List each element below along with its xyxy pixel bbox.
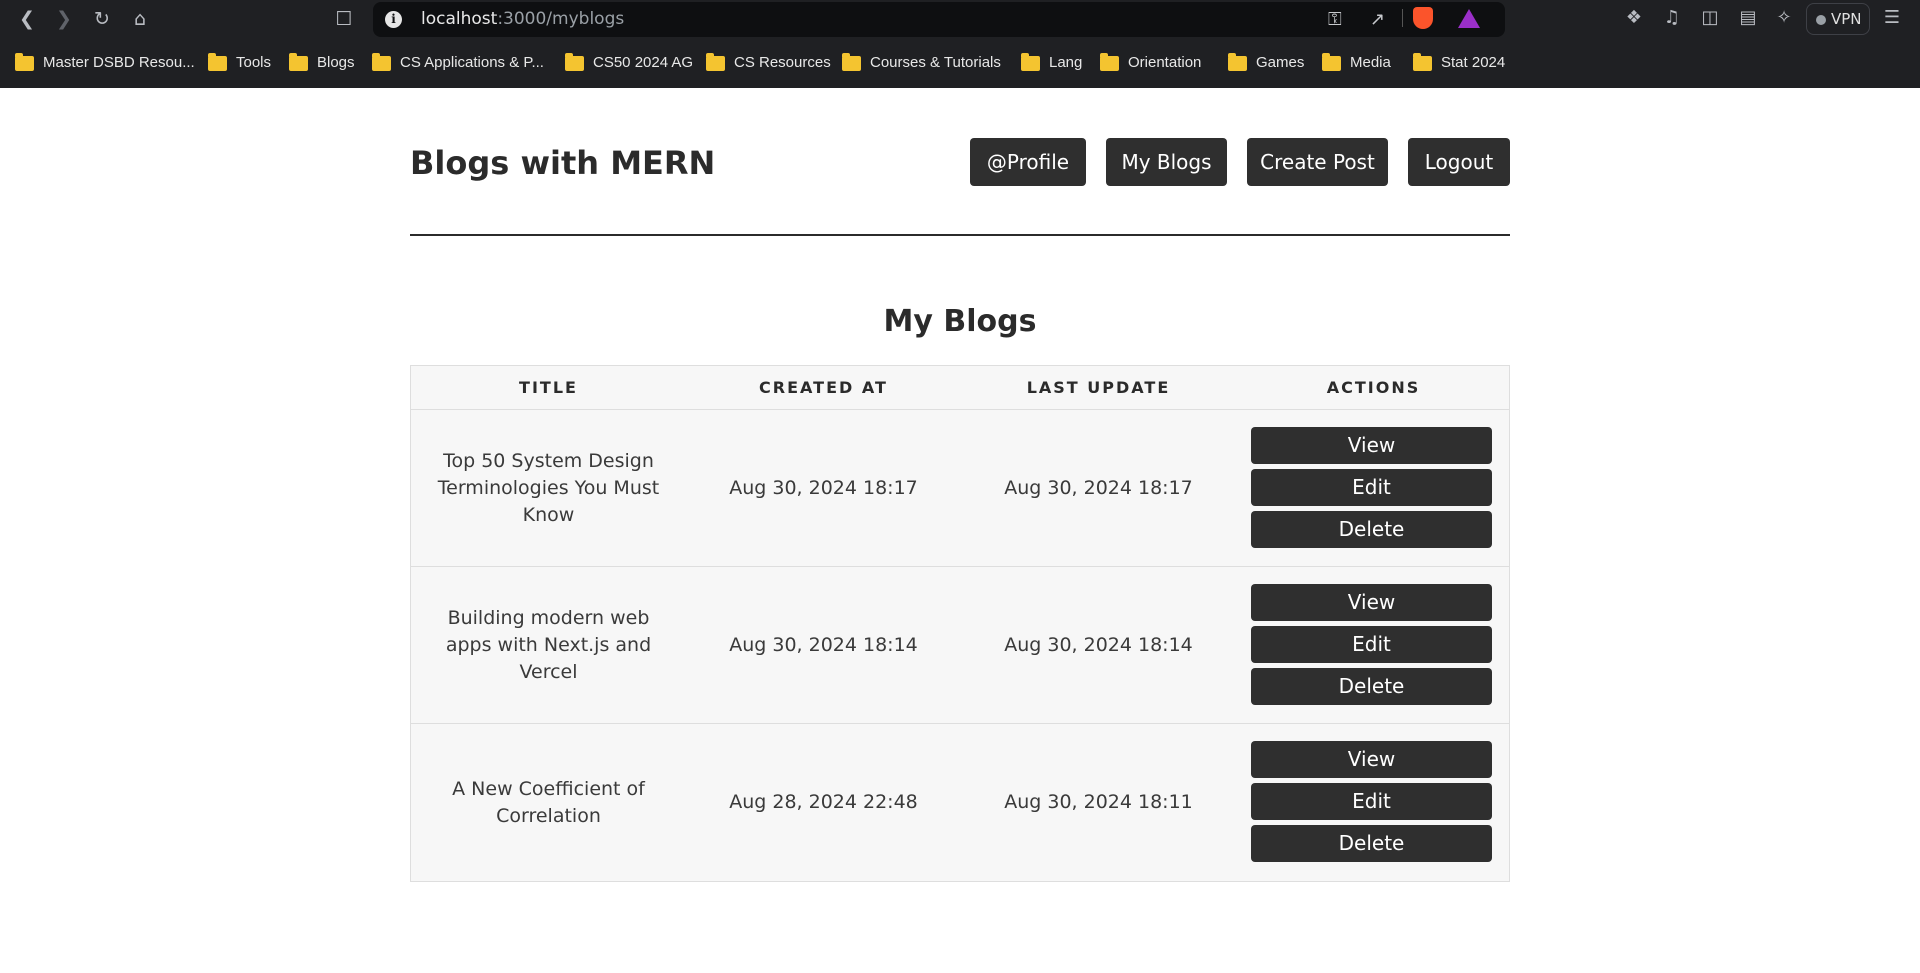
bookmarks-bar: Master DSBD Resou... Tools Blogs CS Appl… xyxy=(0,50,1920,78)
page-title: My Blogs xyxy=(883,304,1037,339)
folder-icon xyxy=(208,53,227,71)
profile-button[interactable]: @Profile xyxy=(970,138,1086,186)
delete-button[interactable]: Delete xyxy=(1251,825,1492,862)
vpn-button[interactable]: VPN xyxy=(1806,3,1870,35)
table-row: A New Coefficient of Correlation Aug 28,… xyxy=(411,724,1509,881)
url-separator xyxy=(1402,9,1403,27)
reload-icon[interactable]: ↻ xyxy=(90,7,114,31)
my-blogs-button[interactable]: My Blogs xyxy=(1106,138,1227,186)
created-at: Aug 28, 2024 22:48 xyxy=(729,791,918,813)
table-header: TITLE CREATED AT LAST UPDATE ACTIONS xyxy=(411,366,1509,410)
brave-rewards-icon[interactable] xyxy=(1458,9,1480,28)
brave-shields-icon[interactable] xyxy=(1413,7,1433,29)
column-header: ACTIONS xyxy=(1326,378,1421,397)
created-at: Aug 30, 2024 18:14 xyxy=(729,634,918,656)
delete-button[interactable]: Delete xyxy=(1251,668,1492,705)
last-update: Aug 30, 2024 18:11 xyxy=(1004,791,1193,813)
last-update: Aug 30, 2024 18:17 xyxy=(1004,477,1193,499)
create-post-button[interactable]: Create Post xyxy=(1247,138,1388,186)
folder-icon xyxy=(289,53,308,71)
browser-toolbar: ❮ ❯ ↻ ⌂ ☐ i localhost:3000/myblogs ⚿ ↗ ❖… xyxy=(0,0,1920,38)
edit-button[interactable]: Edit xyxy=(1251,469,1492,506)
folder-icon xyxy=(15,53,34,71)
folder-icon xyxy=(1228,53,1247,71)
folder-icon xyxy=(372,53,391,71)
menu-icon[interactable]: ☰ xyxy=(1880,7,1904,28)
site-info-icon[interactable]: i xyxy=(385,11,402,28)
column-header: CREATED AT xyxy=(759,378,888,397)
share-icon[interactable]: ↗ xyxy=(1370,9,1385,30)
table-row: Building modern web apps with Next.js an… xyxy=(411,567,1509,724)
folder-icon xyxy=(706,53,725,71)
blog-title: Building modern web apps with Next.js an… xyxy=(445,607,652,683)
delete-button[interactable]: Delete xyxy=(1251,511,1492,548)
row-actions: View Edit Delete xyxy=(1251,741,1492,867)
folder-icon xyxy=(1021,53,1040,71)
blog-title: Top 50 System Design Terminologies You M… xyxy=(437,450,660,526)
column-header: TITLE xyxy=(519,378,578,397)
view-button[interactable]: View xyxy=(1251,741,1492,778)
edit-button[interactable]: Edit xyxy=(1251,783,1492,820)
header-divider xyxy=(410,234,1510,236)
url-text[interactable]: localhost:3000/myblogs xyxy=(421,9,624,29)
table-row: Top 50 System Design Terminologies You M… xyxy=(411,410,1509,567)
row-actions: View Edit Delete xyxy=(1251,427,1492,553)
last-update: Aug 30, 2024 18:14 xyxy=(1004,634,1193,656)
column-header: LAST UPDATE xyxy=(1026,378,1171,397)
extensions-icon[interactable]: ❖ xyxy=(1622,7,1646,28)
bookmark-icon[interactable]: ☐ xyxy=(332,7,356,31)
folder-icon xyxy=(1413,53,1432,71)
edit-button[interactable]: Edit xyxy=(1251,626,1492,663)
sidebar-icon[interactable]: ◫ xyxy=(1698,7,1722,28)
vpn-status-icon xyxy=(1816,15,1826,25)
wallet-icon[interactable]: ▤ xyxy=(1736,7,1760,28)
forward-icon[interactable]: ❯ xyxy=(52,7,76,31)
folder-icon xyxy=(1100,53,1119,71)
view-button[interactable]: View xyxy=(1251,584,1492,621)
leo-ai-icon[interactable]: ✧ xyxy=(1772,7,1796,28)
folder-icon xyxy=(1322,53,1341,71)
folder-icon xyxy=(565,53,584,71)
created-at: Aug 30, 2024 18:17 xyxy=(729,477,918,499)
music-icon[interactable]: ♫ xyxy=(1660,7,1684,28)
key-icon[interactable]: ⚿ xyxy=(1328,9,1342,30)
address-bar[interactable]: i localhost:3000/myblogs ⚿ ↗ xyxy=(373,2,1505,37)
row-actions: View Edit Delete xyxy=(1251,584,1492,710)
home-icon[interactable]: ⌂ xyxy=(128,7,152,31)
browser-chrome: ❮ ❯ ↻ ⌂ ☐ i localhost:3000/myblogs ⚿ ↗ ❖… xyxy=(0,0,1920,88)
back-icon[interactable]: ❮ xyxy=(15,7,39,31)
logout-button[interactable]: Logout xyxy=(1408,138,1510,186)
blog-title: A New Coefficient of Correlation xyxy=(452,777,645,827)
blogs-table: TITLE CREATED AT LAST UPDATE ACTIONS Top… xyxy=(410,365,1510,882)
site-brand[interactable]: Blogs with MERN xyxy=(410,144,715,182)
view-button[interactable]: View xyxy=(1251,427,1492,464)
folder-icon xyxy=(842,53,861,71)
